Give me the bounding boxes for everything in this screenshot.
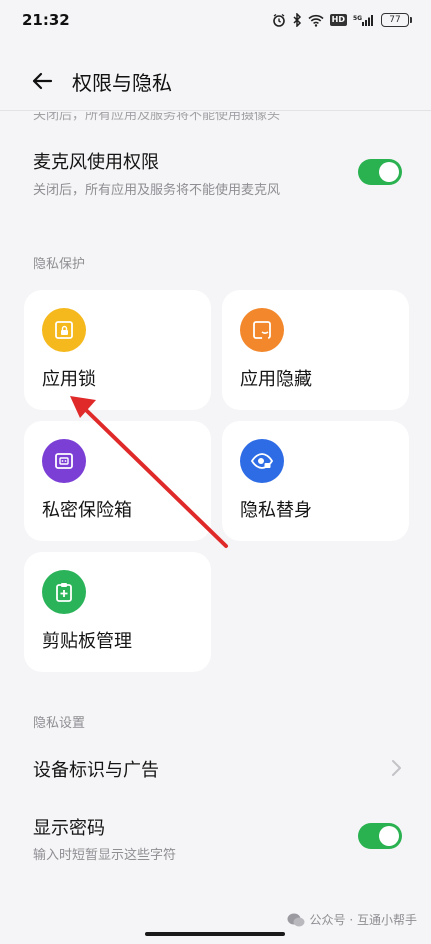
annotation-arrow-shaft bbox=[84, 408, 228, 548]
home-indicator[interactable] bbox=[145, 932, 285, 936]
wechat-icon bbox=[287, 913, 305, 926]
watermark-text: 公众号 · 互通小帮手 bbox=[309, 913, 417, 927]
watermark: 公众号 · 互通小帮手 bbox=[287, 911, 417, 928]
annotation-arrow bbox=[70, 396, 228, 548]
